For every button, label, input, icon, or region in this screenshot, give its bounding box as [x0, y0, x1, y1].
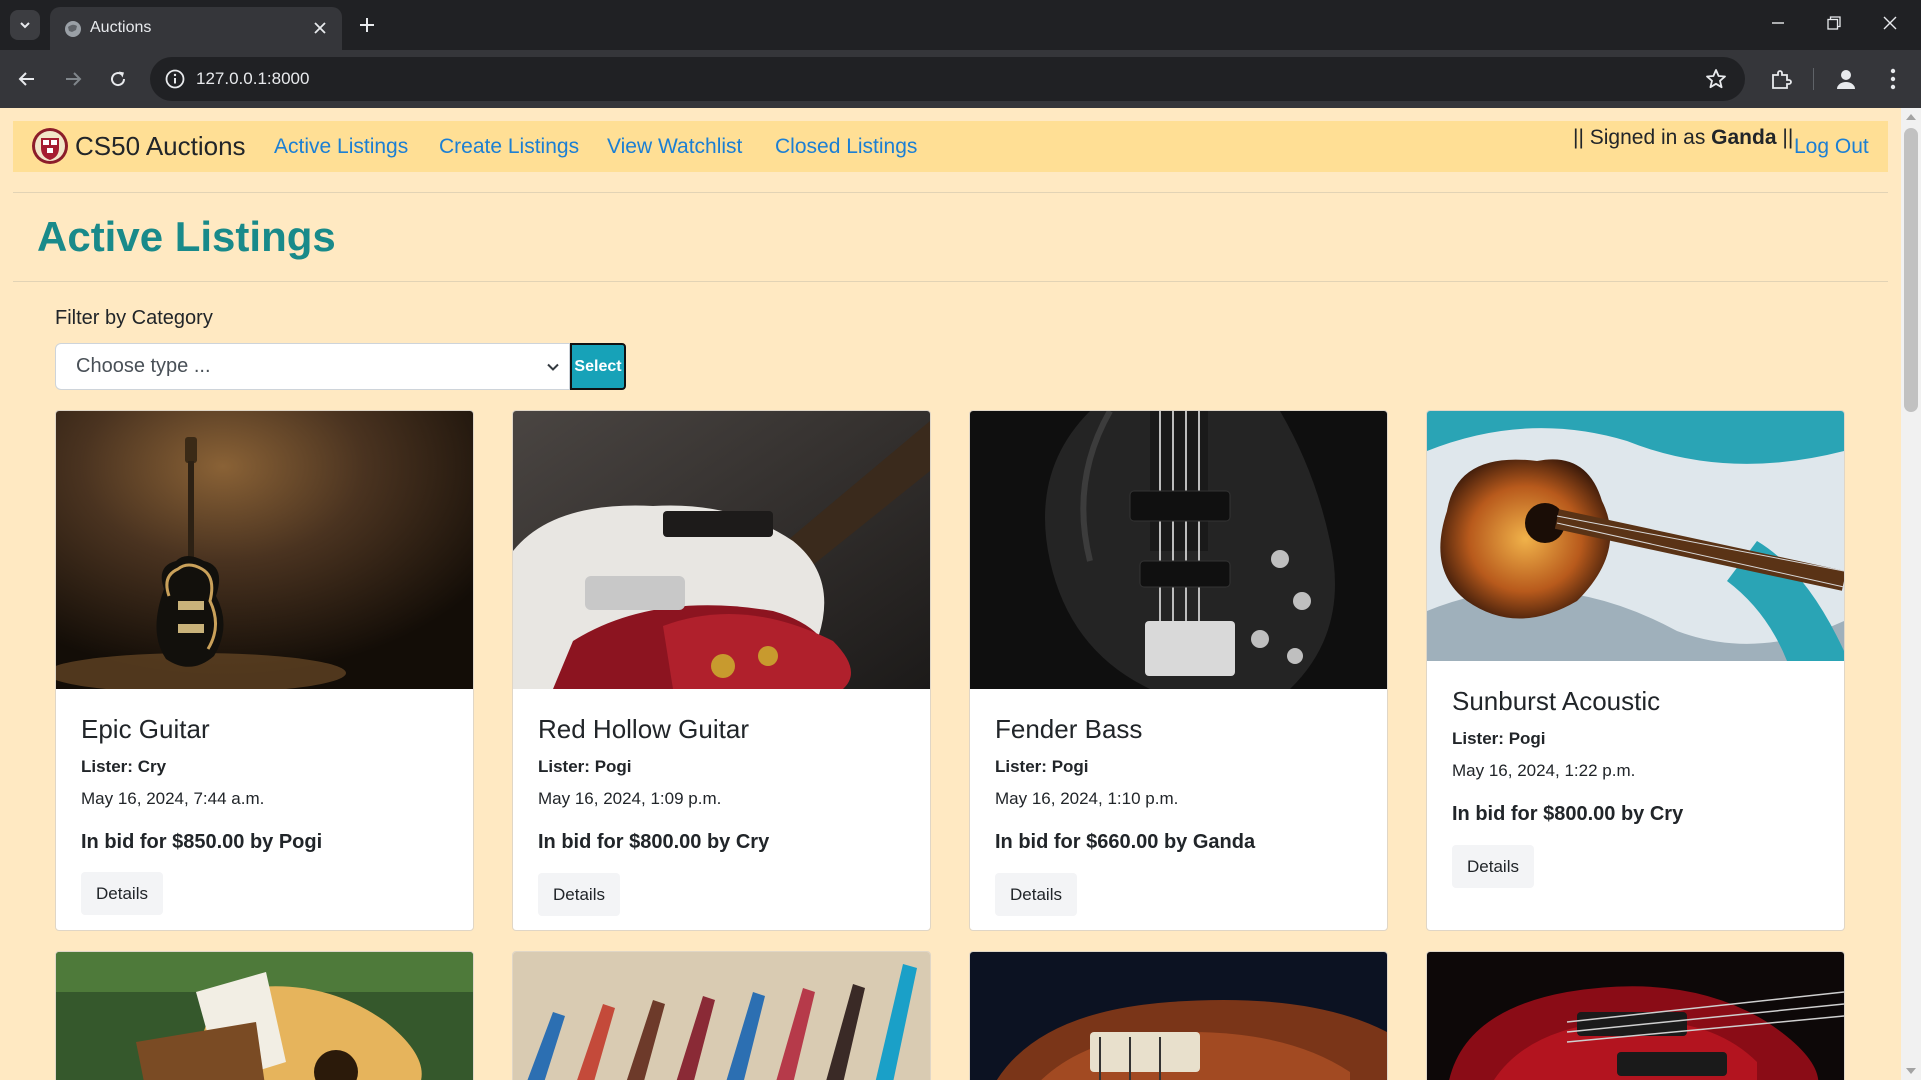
- listing-date: May 16, 2024, 1:09 p.m.: [538, 789, 722, 808]
- browser-menu-kebab-icon[interactable]: [1878, 64, 1908, 94]
- listing-lister: Lister: Pogi: [995, 757, 1089, 777]
- listing-bid: In bid for $660.00 by Ganda: [995, 831, 1256, 853]
- category-select[interactable]: Choose type ...: [55, 343, 570, 390]
- nav-closed-listings[interactable]: Closed Listings: [775, 135, 917, 159]
- details-button[interactable]: Details: [81, 872, 163, 915]
- browser-toolbar: 127.0.0.1:8000: [0, 50, 1921, 108]
- listing-card-partial: [512, 951, 931, 1080]
- url-text[interactable]: 127.0.0.1:8000: [196, 69, 309, 89]
- signed-in-status: || Signed in as Ganda ||: [1573, 126, 1793, 150]
- listing-bid: In bid for $850.00 by Pogi: [81, 831, 323, 853]
- listing-date: May 16, 2024, 1:22 p.m.: [1452, 761, 1636, 780]
- listing-image-acoustic-guitar-books[interactable]: [56, 952, 473, 1080]
- details-button[interactable]: Details: [538, 873, 620, 916]
- restore-window-icon[interactable]: [1806, 0, 1862, 46]
- listing-image-red-hollow-guitar[interactable]: [513, 411, 930, 689]
- listing-image-black-bass-guitar[interactable]: [970, 411, 1387, 689]
- lister-name: Cry: [137, 757, 167, 776]
- listing-card-partial: [969, 951, 1388, 1080]
- lister-label: Lister:: [81, 757, 133, 776]
- chevron-down-icon: [20, 22, 30, 29]
- close-tab-icon[interactable]: [310, 18, 330, 38]
- page-viewport: CS50 Auctions Active Listings Create Lis…: [0, 108, 1921, 1080]
- listing-card: Epic Guitar Lister: Cry May 16, 2024, 7:…: [55, 410, 474, 931]
- signed-in-suffix: ||: [1782, 126, 1794, 149]
- listing-image-electric-guitar-spotlight[interactable]: [56, 411, 473, 689]
- lister-name: Pogi: [594, 757, 632, 776]
- lister-label: Lister:: [995, 757, 1047, 776]
- page-title: Active Listings: [37, 213, 336, 260]
- back-arrow-icon[interactable]: [10, 62, 44, 96]
- listing-title: Fender Bass: [995, 714, 1143, 744]
- lister-name: Pogi: [1508, 729, 1546, 748]
- listing-bid: In bid for $800.00 by Cry: [1452, 803, 1684, 825]
- site-info-icon[interactable]: [164, 68, 186, 90]
- listing-image-red-quilted-guitar[interactable]: [1427, 952, 1844, 1080]
- address-bar[interactable]: 127.0.0.1:8000: [150, 57, 1745, 101]
- nav-view-watchlist[interactable]: View Watchlist: [607, 135, 742, 159]
- listing-title: Epic Guitar: [81, 714, 210, 744]
- new-tab-plus-icon[interactable]: [352, 10, 382, 40]
- page-scrollbar[interactable]: [1901, 108, 1921, 1080]
- tab-title: Auctions: [90, 19, 152, 36]
- toolbar-separator: [1813, 68, 1814, 90]
- filter-by-category-label: Filter by Category: [55, 307, 213, 329]
- browser-tab-strip: Auctions: [0, 0, 1921, 50]
- signed-in-prefix: || Signed in as: [1573, 126, 1706, 149]
- listing-card: Red Hollow Guitar Lister: Pogi May 16, 2…: [512, 410, 931, 931]
- details-button[interactable]: Details: [1452, 845, 1534, 888]
- listing-title: Red Hollow Guitar: [538, 714, 749, 744]
- listing-card-partial: [1426, 951, 1845, 1080]
- listing-lister: Lister: Cry: [81, 757, 166, 777]
- header-divider: [13, 192, 1888, 193]
- reload-icon[interactable]: [101, 62, 135, 96]
- listing-card-partial: [55, 951, 474, 1080]
- scroll-down-arrow-icon[interactable]: [1906, 1068, 1916, 1074]
- listing-lister: Lister: Pogi: [1452, 729, 1546, 749]
- globe-icon: [65, 21, 81, 37]
- scroll-up-arrow-icon[interactable]: [1906, 114, 1916, 120]
- listing-date: May 16, 2024, 1:10 p.m.: [995, 789, 1179, 808]
- browser-tab-active[interactable]: Auctions: [50, 7, 342, 50]
- title-divider: [13, 281, 1888, 282]
- listing-date: May 16, 2024, 7:44 a.m.: [81, 789, 265, 808]
- bookmark-star-icon[interactable]: [1705, 68, 1727, 90]
- close-window-icon[interactable]: [1862, 0, 1918, 46]
- nav-active-listings[interactable]: Active Listings: [274, 135, 408, 159]
- profile-avatar-icon[interactable]: [1831, 64, 1861, 94]
- lister-name: Pogi: [1051, 757, 1089, 776]
- listing-title: Sunburst Acoustic: [1452, 686, 1661, 716]
- listing-lister: Lister: Pogi: [538, 757, 632, 777]
- site-brand[interactable]: CS50 Auctions: [75, 131, 246, 162]
- listing-image-wooden-bass-guitar[interactable]: [970, 952, 1387, 1080]
- details-button[interactable]: Details: [995, 873, 1077, 916]
- tab-search-button[interactable]: [10, 10, 40, 40]
- forward-arrow-icon[interactable]: [56, 62, 90, 96]
- harvard-shield-logo-icon[interactable]: [31, 127, 69, 165]
- listing-image-guitar-wall[interactable]: [513, 952, 930, 1080]
- signed-in-username: Ganda: [1711, 126, 1777, 149]
- lister-label: Lister:: [1452, 729, 1504, 748]
- category-select-value: Choose type ...: [76, 355, 211, 377]
- chevron-down-icon: [547, 363, 559, 371]
- listing-card: Fender Bass Lister: Pogi May 16, 2024, 1…: [969, 410, 1388, 931]
- nav-create-listings[interactable]: Create Listings: [439, 135, 579, 159]
- logout-link[interactable]: Log Out: [1794, 135, 1869, 159]
- listing-card: Sunburst Acoustic Lister: Pogi May 16, 2…: [1426, 410, 1845, 931]
- listing-image-sunburst-acoustic-guitar[interactable]: [1427, 411, 1844, 661]
- select-category-button[interactable]: Select: [570, 343, 626, 390]
- listing-bid: In bid for $800.00 by Cry: [538, 831, 770, 853]
- extensions-puzzle-icon[interactable]: [1766, 64, 1796, 94]
- site-navbar: CS50 Auctions Active Listings Create Lis…: [13, 121, 1888, 172]
- minimize-window-icon[interactable]: [1750, 0, 1806, 46]
- lister-label: Lister:: [538, 757, 590, 776]
- scrollbar-thumb[interactable]: [1904, 128, 1918, 412]
